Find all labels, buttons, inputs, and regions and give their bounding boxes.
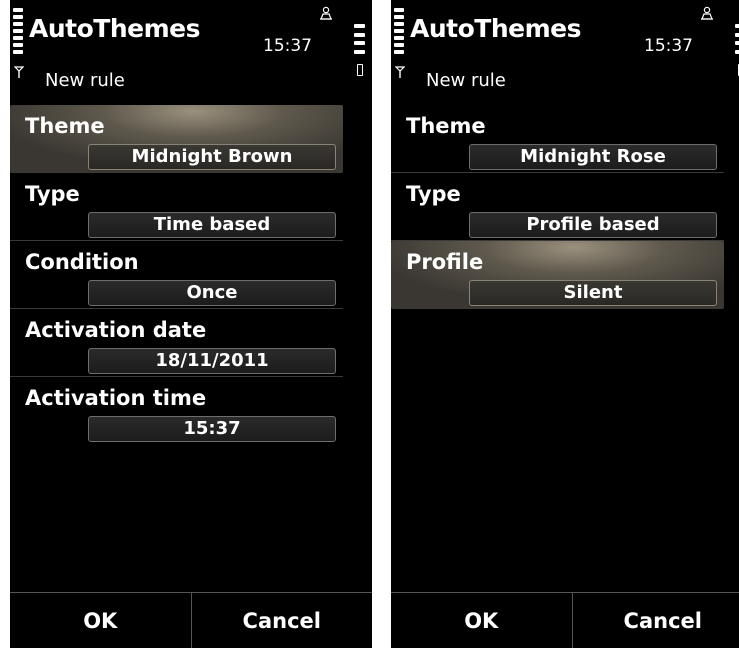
- setting-value-field[interactable]: 18/11/2011: [88, 348, 336, 374]
- cancel-button[interactable]: Cancel: [190, 593, 373, 648]
- setting-value-field[interactable]: Profile based: [469, 212, 717, 238]
- setting-label: Activation time: [25, 386, 207, 410]
- softkey-bar: OK Cancel: [10, 592, 372, 648]
- person-icon: [701, 6, 713, 20]
- setting-label: Type: [406, 182, 461, 206]
- rule-settings-list: Theme Midnight Brown Type Time based Con…: [10, 105, 343, 445]
- setting-label: Theme: [406, 114, 486, 138]
- phone-screen-profile-rule: AutoThemes 15:37 New rule Theme Midnight…: [391, 0, 739, 648]
- setting-label: Activation date: [25, 318, 207, 342]
- setting-item-type[interactable]: Type Profile based: [391, 173, 724, 241]
- ok-button[interactable]: OK: [391, 593, 572, 648]
- setting-label: Profile: [406, 250, 484, 274]
- subtitle: New rule: [426, 70, 506, 91]
- setting-label: Condition: [25, 250, 139, 274]
- person-icon: [320, 6, 332, 20]
- setting-item-activation-date[interactable]: Activation date 18/11/2011: [10, 309, 343, 377]
- setting-value-field[interactable]: 15:37: [88, 416, 336, 442]
- antenna-icon: [395, 66, 405, 78]
- clock: 15:37: [644, 36, 693, 56]
- ok-button[interactable]: OK: [10, 593, 191, 648]
- setting-item-activation-time[interactable]: Activation time 15:37: [10, 377, 343, 445]
- signal-strength-icon: [13, 8, 23, 54]
- setting-value-field[interactable]: Midnight Rose: [469, 144, 717, 170]
- battery-level-icon: [735, 24, 739, 54]
- softkey-bar: OK Cancel: [391, 592, 739, 648]
- app-title: AutoThemes: [410, 14, 581, 43]
- setting-item-type[interactable]: Type Time based: [10, 173, 343, 241]
- setting-item-theme[interactable]: Theme Midnight Rose: [391, 105, 724, 173]
- setting-value-field[interactable]: Silent: [469, 280, 717, 306]
- setting-label: Theme: [25, 114, 105, 138]
- rule-settings-list: Theme Midnight Rose Type Profile based P…: [391, 105, 724, 309]
- phone-screen-time-rule: AutoThemes 15:37 New rule Theme Midnight…: [10, 0, 372, 648]
- setting-item-theme[interactable]: Theme Midnight Brown: [10, 105, 343, 173]
- antenna-icon: [14, 66, 24, 78]
- setting-value-field[interactable]: Time based: [88, 212, 336, 238]
- app-title: AutoThemes: [29, 14, 200, 43]
- cancel-button[interactable]: Cancel: [571, 593, 739, 648]
- subtitle: New rule: [45, 70, 125, 91]
- signal-strength-icon: [394, 8, 404, 54]
- setting-item-condition[interactable]: Condition Once: [10, 241, 343, 309]
- setting-value-field[interactable]: Midnight Brown: [88, 144, 336, 170]
- setting-value-field[interactable]: Once: [88, 280, 336, 306]
- battery-level-icon: [354, 24, 365, 54]
- clock: 15:37: [263, 36, 312, 56]
- battery-icon: [357, 64, 363, 76]
- setting-item-profile[interactable]: Profile Silent: [391, 241, 724, 309]
- setting-label: Type: [25, 182, 80, 206]
